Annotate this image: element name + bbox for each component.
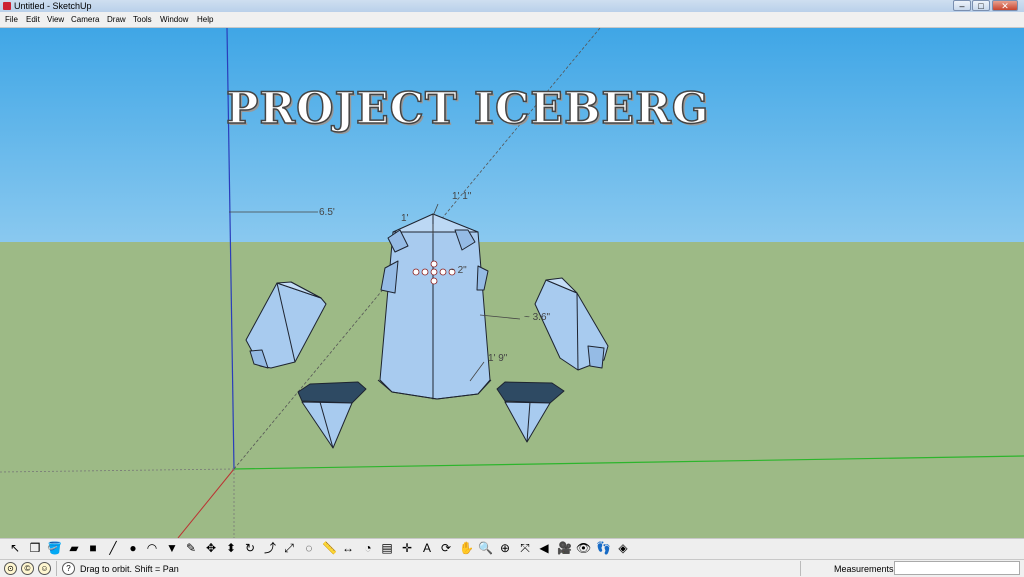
menu-file[interactable]: File <box>5 15 18 24</box>
left-foot-top <box>297 381 367 404</box>
menu-bar: File Edit View Camera Draw Tools Window … <box>0 12 1024 28</box>
user-icon[interactable]: ☺ <box>38 562 51 575</box>
circle-icon[interactable]: ● <box>126 541 140 555</box>
sketchup-app-icon <box>3 2 11 10</box>
title-bar: Untitled - SketchUp – □ ✕ <box>0 0 1024 12</box>
scale-icon[interactable]: ⤢ <box>282 541 296 555</box>
follow-me-icon[interactable]: ⤴ <box>263 541 277 555</box>
menu-edit[interactable]: Edit <box>26 15 40 24</box>
move-icon[interactable]: ✥ <box>204 541 218 555</box>
make-component-icon[interactable]: ❒ <box>28 541 42 555</box>
dimension-body-height: 1' 9" <box>488 353 508 364</box>
status-bar: ⊙ © ☺ ? Drag to orbit. Shift = Pan Measu… <box>0 559 1024 577</box>
red-axis <box>177 468 235 538</box>
push-pull-icon[interactable]: ⬍ <box>224 541 238 555</box>
dimension-face-offset: ~ 2" <box>449 265 467 276</box>
zoom-icon[interactable]: 🔍 <box>478 541 493 555</box>
status-separator <box>800 561 801 576</box>
close-button[interactable]: ✕ <box>992 0 1018 11</box>
dimension-side-width: 1' <box>401 213 409 224</box>
project-title-watermark: PROJECT ICEBERG <box>225 83 710 135</box>
look-around-icon[interactable]: 👁 <box>576 541 591 555</box>
menu-help[interactable]: Help <box>197 15 213 24</box>
dashed-green-axis <box>0 468 235 473</box>
rotate-icon[interactable]: ↻ <box>243 541 257 555</box>
3d-text-icon[interactable]: A <box>420 541 434 555</box>
rectangle-icon[interactable]: ■ <box>86 541 100 555</box>
position-camera-icon[interactable]: 🎥 <box>557 541 572 555</box>
large-tool-set-toolbar: ↖ ❒ 🪣 ▰ ■ ╱ ● ◠ ▼ ✎ ✥ ⬍ ↻ ⤴ ⤢ ◌ 📏 ↔ ◔ ▤ ✛ A ⟳ ✋ 🔍 ⊕ ⤧ ◀ 🎥 👁 👣 ◈ <box>0 538 1024 559</box>
section-plane-icon[interactable]: ◈ <box>616 541 630 555</box>
menu-view[interactable]: View <box>47 15 64 24</box>
menu-window[interactable]: Window <box>160 15 188 24</box>
dimension-icon[interactable]: ↔ <box>341 541 355 555</box>
orbit-icon[interactable]: ⟳ <box>439 541 453 555</box>
iceberg-model <box>245 213 609 449</box>
line-icon[interactable]: ╱ <box>106 541 120 555</box>
measurements-label: Measurements <box>834 564 894 574</box>
axes-icon[interactable]: ✛ <box>400 541 414 555</box>
arc-icon[interactable]: ◠ <box>145 541 159 555</box>
maximize-button[interactable]: □ <box>972 0 990 11</box>
window-title: Untitled - SketchUp <box>14 1 92 11</box>
select-icon[interactable]: ↖ <box>8 541 22 555</box>
paint-bucket-icon[interactable]: 🪣 <box>47 541 62 555</box>
menu-camera[interactable]: Camera <box>71 15 99 24</box>
body-front <box>379 231 491 400</box>
protractor-icon[interactable]: ◔ <box>361 541 375 555</box>
dimension-top-height: 1' 1" <box>452 191 472 202</box>
status-hint: Drag to orbit. Shift = Pan <box>80 564 179 574</box>
walk-icon[interactable]: 👣 <box>596 541 611 555</box>
polygon-icon[interactable]: ▼ <box>165 541 179 555</box>
text-icon[interactable]: ▤ <box>380 541 394 555</box>
credits-icon[interactable]: © <box>21 562 34 575</box>
zoom-extents-icon[interactable]: ⤧ <box>518 541 532 555</box>
zoom-window-icon[interactable]: ⊕ <box>498 541 512 555</box>
dimension-body-depth: ~ 3.6" <box>524 312 551 323</box>
minimize-button[interactable]: – <box>953 0 971 11</box>
status-separator <box>56 561 57 576</box>
menu-draw[interactable]: Draw <box>107 15 126 24</box>
pan-icon[interactable]: ✋ <box>459 541 474 555</box>
previous-view-icon[interactable]: ◀ <box>537 541 551 555</box>
right-foot-top <box>496 381 565 404</box>
measurements-input[interactable] <box>894 561 1020 575</box>
help-icon[interactable]: ? <box>62 562 75 575</box>
green-axis <box>233 455 1024 470</box>
drawing-viewport[interactable]: PROJECT ICEBERG 6.5' 1' 1" 1' ~ 2" ~ 3.6… <box>0 28 1024 538</box>
geo-location-icon[interactable]: ⊙ <box>4 562 17 575</box>
offset-icon[interactable]: ◌ <box>302 541 316 555</box>
body-right-nub <box>476 265 489 291</box>
freehand-icon[interactable]: ✎ <box>184 541 198 555</box>
body-left-nub <box>380 260 399 294</box>
eraser-icon[interactable]: ▰ <box>67 541 81 555</box>
tape-measure-icon[interactable]: 📏 <box>322 541 337 555</box>
dimension-guide-distance: 6.5' <box>319 207 335 218</box>
menu-tools[interactable]: Tools <box>133 15 152 24</box>
